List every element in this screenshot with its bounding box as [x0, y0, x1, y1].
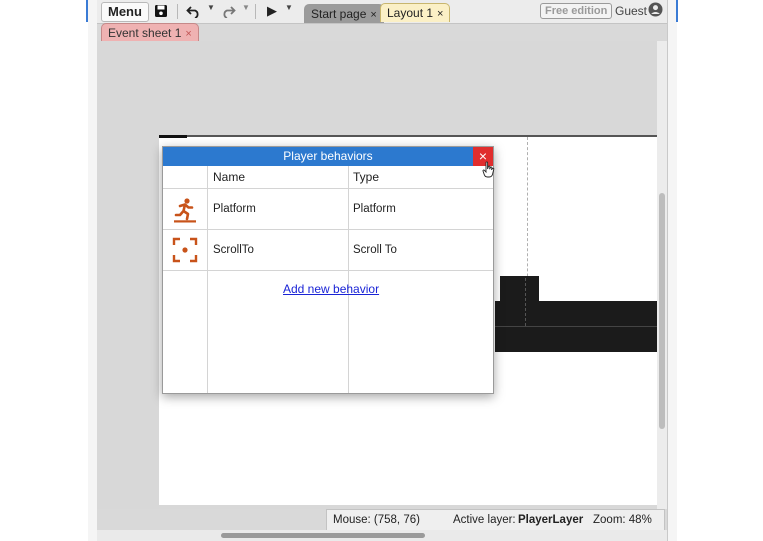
tab-label: Start page: [311, 7, 367, 21]
layout-border-marker: [159, 135, 187, 138]
menu-button[interactable]: Menu: [101, 2, 149, 22]
undo-dropdown-icon[interactable]: ▼: [207, 3, 215, 12]
window-edge-right: [676, 0, 678, 22]
tab-close-icon[interactable]: ×: [370, 9, 376, 21]
vertical-scrollbar-thumb[interactable]: [659, 193, 665, 429]
add-new-behavior-link[interactable]: Add new behavior: [283, 282, 379, 296]
layout-border: [159, 135, 657, 137]
hand-cursor-icon: [482, 161, 496, 179]
column-header-name[interactable]: Name: [213, 166, 245, 188]
run-dropdown-icon[interactable]: ▼: [285, 3, 293, 12]
column-divider: [207, 166, 208, 393]
free-edition-badge[interactable]: Free edition: [540, 3, 613, 19]
player-sprite[interactable]: [500, 276, 539, 329]
behavior-type: Scroll To: [353, 244, 397, 256]
behaviors-dialog: Player behaviors × Name Type Platform Pl…: [162, 146, 496, 394]
play-icon[interactable]: ▶: [265, 2, 279, 20]
redo-dropdown-icon[interactable]: ▼: [242, 3, 250, 12]
behavior-name: Platform: [213, 203, 256, 215]
zoom-level: Zoom: 48%: [593, 514, 652, 526]
behavior-name: ScrollTo: [213, 244, 254, 256]
scroll-target-icon: [172, 237, 198, 263]
horizontal-scrollbar-thumb[interactable]: [221, 533, 425, 538]
undo-icon[interactable]: [184, 2, 202, 20]
column-divider: [348, 166, 349, 393]
column-header-type[interactable]: Type: [353, 166, 379, 188]
running-person-icon: [172, 197, 198, 223]
user-name-label[interactable]: Guest: [615, 4, 647, 18]
horizontal-scrollbar[interactable]: [97, 530, 667, 541]
save-icon[interactable]: [152, 2, 170, 20]
account-circle-icon[interactable]: [648, 2, 663, 17]
dialog-title[interactable]: Player behaviors: [163, 147, 493, 166]
toolbar-separator: [255, 4, 256, 19]
tab-label: Layout 1: [387, 6, 434, 20]
row-divider: [163, 270, 493, 271]
window-frame-right: [667, 0, 677, 541]
main-toolbar: Menu ▼ ▼ ▶ ▼ Start page × Layout 1 × Free …: [97, 0, 667, 24]
vertical-scrollbar[interactable]: [657, 41, 667, 509]
status-bar: Mouse: (758, 76) Active layer: PlayerLay…: [326, 509, 665, 532]
behavior-type: Platform: [353, 203, 396, 215]
tab-close-icon[interactable]: ×: [185, 28, 191, 40]
tab-event-sheet-1[interactable]: Event sheet 1 ×: [101, 23, 199, 42]
tab-close-icon[interactable]: ×: [437, 8, 443, 20]
tab-label: Event sheet 1: [108, 26, 182, 40]
sprite-guide: [525, 278, 526, 326]
sprite-edge: [495, 326, 657, 327]
mouse-position: Mouse: (758, 76): [333, 514, 420, 526]
tab-start-page[interactable]: Start page ×: [304, 4, 384, 23]
active-layer-value: PlayerLayer: [518, 514, 584, 526]
active-layer-label: Active layer:: [453, 514, 516, 526]
redo-icon[interactable]: [219, 2, 237, 20]
toolbar-separator: [177, 4, 178, 19]
tab-layout-1[interactable]: Layout 1 ×: [380, 3, 451, 22]
